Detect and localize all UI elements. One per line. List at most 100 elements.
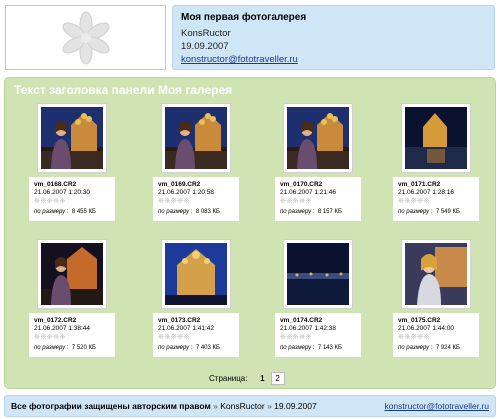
- footer: Все фотографии защищены авторским правом…: [4, 395, 496, 417]
- size-value: 7 403 КБ: [195, 345, 220, 351]
- photo-image: [41, 107, 103, 169]
- gallery-author: KonsRuctor: [181, 28, 231, 39]
- size-value: 8 083 КБ: [195, 209, 220, 215]
- photo-thumb-area: [393, 239, 479, 313]
- page-current: 1: [260, 374, 265, 383]
- size-label: по размеру: [398, 345, 430, 351]
- size-label: по размеру: [158, 345, 190, 351]
- photo-card[interactable]: vm_0170.CR2 21.06.2007 1:21:46 ❊❊❊❊❊ по раз…: [275, 103, 361, 221]
- photo-card[interactable]: vm_0169.CR2 21.06.2007 1:20:58 ❊❊❊❊❊ по раз…: [153, 103, 239, 221]
- rating-stars[interactable]: ❊❊❊❊❊: [280, 333, 312, 341]
- photo-thumb-area: [153, 103, 239, 177]
- photo-datetime: 21.06.2007 1:21:46: [280, 189, 337, 196]
- gallery-info: Моя первая фотогалерея KonsRuctor 19.09.…: [172, 5, 495, 70]
- rating-stars[interactable]: ❊❊❊❊❊: [34, 333, 66, 341]
- size-value: 8 157 КБ: [317, 209, 342, 215]
- photo-thumbnail[interactable]: [401, 103, 471, 173]
- photo-thumbnail[interactable]: [37, 103, 107, 173]
- size-value: 7 924 КБ: [435, 345, 460, 351]
- photo-image: [165, 107, 227, 169]
- photo-thumbnail[interactable]: [283, 103, 353, 173]
- photo-thumb-area: [275, 103, 361, 177]
- photo-thumb-area: [29, 103, 115, 177]
- photo-datetime: 21.06.2007 1:20:58: [158, 189, 215, 196]
- photo-image: [287, 243, 349, 305]
- photo-size: по размеру : 8 455 КБ: [34, 209, 96, 215]
- photo-image: [287, 107, 349, 169]
- asterisk-logo-icon: [62, 11, 110, 65]
- size-label: по размеру: [34, 345, 66, 351]
- photo-thumbnail[interactable]: [401, 239, 471, 309]
- copyright-text: Все фотографии защищены авторским правом: [11, 401, 211, 411]
- footer-email-link[interactable]: konstructor@fototraveller.ru: [384, 396, 489, 416]
- photo-card[interactable]: vm_0174.CR2 21.06.2007 1:42:38 ❊❊❊❊❊ по раз…: [275, 239, 361, 357]
- rating-stars[interactable]: ❊❊❊❊❊: [280, 197, 312, 205]
- photo-image: [405, 107, 467, 169]
- photo-card[interactable]: vm_0171.CR2 21.06.2007 1:28:16 ❊❊❊❊❊ по раз…: [393, 103, 479, 221]
- footer-separator: »: [267, 401, 272, 411]
- photo-size: по размеру : 7 924 КБ: [398, 345, 460, 351]
- size-value: 8 455 КБ: [71, 209, 96, 215]
- photo-card[interactable]: vm_0175.CR2 21.06.2007 1:44:00 ❊❊❊❊❊ по раз…: [393, 239, 479, 357]
- size-value: 7 143 КБ: [317, 345, 342, 351]
- photo-thumb-area: [275, 239, 361, 313]
- photo-datetime: 21.06.2007 1:41:42: [158, 325, 215, 332]
- photo-card[interactable]: vm_0172.CR2 21.06.2007 1:38:44 ❊❊❊❊❊ по раз…: [29, 239, 115, 357]
- gallery-title: Моя первая фотогалерея: [181, 12, 307, 23]
- size-value: 7 520 КБ: [71, 345, 96, 351]
- photo-size: по размеру : 7 549 КБ: [398, 209, 460, 215]
- photo-image: [405, 243, 467, 305]
- photo-datetime: 21.06.2007 1:28:16: [398, 189, 455, 196]
- photo-thumb-area: [29, 239, 115, 313]
- size-label: по размеру: [280, 209, 312, 215]
- rating-stars[interactable]: ❊❊❊❊❊: [398, 333, 430, 341]
- photo-card[interactable]: vm_0168.CR2 21.06.2007 1:20:30 ❊❊❊❊❊ по раз…: [29, 103, 115, 221]
- photo-datetime: 21.06.2007 1:38:44: [34, 325, 91, 332]
- photo-thumbnail[interactable]: [161, 239, 231, 309]
- size-label: по размеру: [398, 209, 430, 215]
- photo-size: по размеру : 7 520 КБ: [34, 345, 96, 351]
- photo-size: по размеру : 7 403 КБ: [158, 345, 220, 351]
- photo-size: по размеру : 8 083 КБ: [158, 209, 220, 215]
- photo-filename[interactable]: vm_0173.CR2: [158, 317, 200, 324]
- size-label: по размеру: [158, 209, 190, 215]
- photo-card[interactable]: vm_0173.CR2 21.06.2007 1:41:42 ❊❊❊❊❊ по раз…: [153, 239, 239, 357]
- rating-stars[interactable]: ❊❊❊❊❊: [158, 333, 190, 341]
- footer-date: 19.09.2007: [274, 401, 317, 411]
- pagination: Страница: 1 2: [209, 372, 285, 385]
- photo-image: [165, 243, 227, 305]
- photo-filename[interactable]: vm_0175.CR2: [398, 317, 440, 324]
- footer-author: KonsRuctor: [220, 401, 265, 411]
- photo-filename[interactable]: vm_0169.CR2: [158, 181, 200, 188]
- photo-thumb-area: [153, 239, 239, 313]
- photo-filename[interactable]: vm_0168.CR2: [34, 181, 76, 188]
- page-link-2[interactable]: 2: [270, 372, 285, 385]
- photo-datetime: 21.06.2007 1:44:00: [398, 325, 455, 332]
- photo-image: [41, 243, 103, 305]
- photo-filename[interactable]: vm_0171.CR2: [398, 181, 440, 188]
- photo-thumbnail[interactable]: [37, 239, 107, 309]
- photo-datetime: 21.06.2007 1:42:38: [280, 325, 337, 332]
- photo-size: по размеру : 7 143 КБ: [280, 345, 342, 351]
- size-label: по размеру: [34, 209, 66, 215]
- rating-stars[interactable]: ❊❊❊❊❊: [398, 197, 430, 205]
- photo-thumbnail[interactable]: [283, 239, 353, 309]
- gallery-date: 19.09.2007: [181, 41, 229, 52]
- size-value: 7 549 КБ: [435, 209, 460, 215]
- photo-filename[interactable]: vm_0174.CR2: [280, 317, 322, 324]
- rating-stars[interactable]: ❊❊❊❊❊: [158, 197, 190, 205]
- photo-thumb-area: [393, 103, 479, 177]
- photo-datetime: 21.06.2007 1:20:30: [34, 189, 91, 196]
- gallery-panel: Текст заголовка панели Моя галерея vm_01…: [4, 77, 496, 389]
- size-label: по размеру: [280, 345, 312, 351]
- gallery-email-link[interactable]: konstructor@fototraveller.ru: [181, 54, 298, 65]
- panel-title: Текст заголовка панели Моя галерея: [14, 83, 233, 97]
- photo-filename[interactable]: vm_0172.CR2: [34, 317, 76, 324]
- photo-size: по размеру : 8 157 КБ: [280, 209, 342, 215]
- pagination-label: Страница:: [209, 374, 248, 383]
- gallery-logo: [5, 5, 166, 70]
- photo-thumbnail[interactable]: [161, 103, 231, 173]
- photo-filename[interactable]: vm_0170.CR2: [280, 181, 322, 188]
- footer-separator: »: [213, 401, 218, 411]
- rating-stars[interactable]: ❊❊❊❊❊: [34, 197, 66, 205]
